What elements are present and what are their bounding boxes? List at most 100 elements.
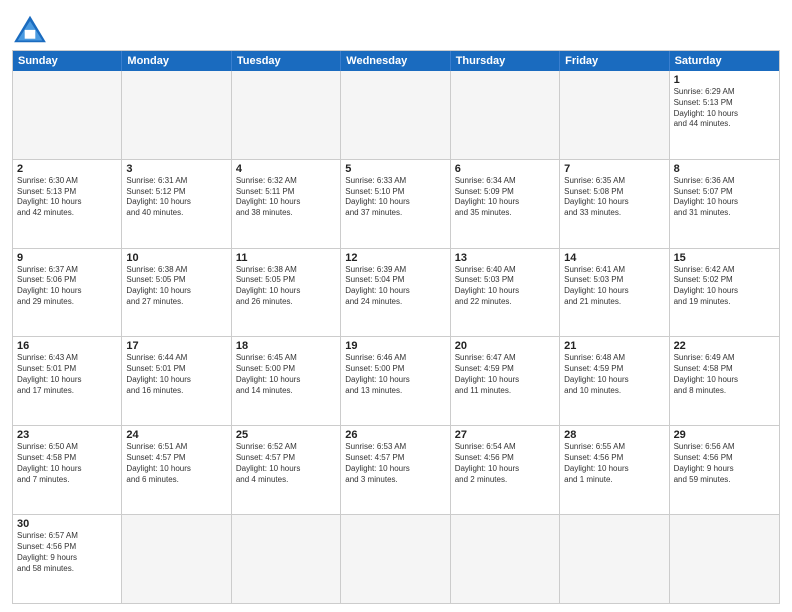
day-info: Sunrise: 6:34 AM Sunset: 5:09 PM Dayligh… bbox=[455, 176, 555, 219]
calendar-week-5: 23Sunrise: 6:50 AM Sunset: 4:58 PM Dayli… bbox=[13, 426, 779, 515]
calendar-cell bbox=[232, 515, 341, 603]
calendar-week-2: 2Sunrise: 6:30 AM Sunset: 5:13 PM Daylig… bbox=[13, 160, 779, 249]
calendar-cell bbox=[341, 515, 450, 603]
calendar-cell bbox=[560, 515, 669, 603]
day-info: Sunrise: 6:46 AM Sunset: 5:00 PM Dayligh… bbox=[345, 353, 445, 396]
day-info: Sunrise: 6:51 AM Sunset: 4:57 PM Dayligh… bbox=[126, 442, 226, 485]
calendar-body: 1Sunrise: 6:29 AM Sunset: 5:13 PM Daylig… bbox=[13, 71, 779, 603]
day-info: Sunrise: 6:38 AM Sunset: 5:05 PM Dayligh… bbox=[126, 265, 226, 308]
day-info: Sunrise: 6:47 AM Sunset: 4:59 PM Dayligh… bbox=[455, 353, 555, 396]
day-number: 2 bbox=[17, 163, 117, 175]
calendar-cell: 27Sunrise: 6:54 AM Sunset: 4:56 PM Dayli… bbox=[451, 426, 560, 514]
calendar-cell: 23Sunrise: 6:50 AM Sunset: 4:58 PM Dayli… bbox=[13, 426, 122, 514]
day-info: Sunrise: 6:42 AM Sunset: 5:02 PM Dayligh… bbox=[674, 265, 775, 308]
calendar-week-1: 1Sunrise: 6:29 AM Sunset: 5:13 PM Daylig… bbox=[13, 71, 779, 160]
calendar-cell: 5Sunrise: 6:33 AM Sunset: 5:10 PM Daylig… bbox=[341, 160, 450, 248]
calendar-cell: 18Sunrise: 6:45 AM Sunset: 5:00 PM Dayli… bbox=[232, 337, 341, 425]
calendar-cell: 10Sunrise: 6:38 AM Sunset: 5:05 PM Dayli… bbox=[122, 249, 231, 337]
day-number: 15 bbox=[674, 252, 775, 264]
calendar-cell: 11Sunrise: 6:38 AM Sunset: 5:05 PM Dayli… bbox=[232, 249, 341, 337]
day-info: Sunrise: 6:41 AM Sunset: 5:03 PM Dayligh… bbox=[564, 265, 664, 308]
day-number: 28 bbox=[564, 429, 664, 441]
day-info: Sunrise: 6:32 AM Sunset: 5:11 PM Dayligh… bbox=[236, 176, 336, 219]
day-info: Sunrise: 6:40 AM Sunset: 5:03 PM Dayligh… bbox=[455, 265, 555, 308]
day-number: 27 bbox=[455, 429, 555, 441]
day-info: Sunrise: 6:45 AM Sunset: 5:00 PM Dayligh… bbox=[236, 353, 336, 396]
day-number: 19 bbox=[345, 340, 445, 352]
generalblue-logo-icon bbox=[12, 14, 48, 44]
day-number: 10 bbox=[126, 252, 226, 264]
day-number: 12 bbox=[345, 252, 445, 264]
day-number: 26 bbox=[345, 429, 445, 441]
day-number: 6 bbox=[455, 163, 555, 175]
calendar-cell: 8Sunrise: 6:36 AM Sunset: 5:07 PM Daylig… bbox=[670, 160, 779, 248]
day-info: Sunrise: 6:54 AM Sunset: 4:56 PM Dayligh… bbox=[455, 442, 555, 485]
calendar-cell: 24Sunrise: 6:51 AM Sunset: 4:57 PM Dayli… bbox=[122, 426, 231, 514]
day-number: 20 bbox=[455, 340, 555, 352]
calendar-cell: 2Sunrise: 6:30 AM Sunset: 5:13 PM Daylig… bbox=[13, 160, 122, 248]
day-info: Sunrise: 6:55 AM Sunset: 4:56 PM Dayligh… bbox=[564, 442, 664, 485]
day-number: 11 bbox=[236, 252, 336, 264]
day-info: Sunrise: 6:39 AM Sunset: 5:04 PM Dayligh… bbox=[345, 265, 445, 308]
header-day-sunday: Sunday bbox=[13, 51, 122, 71]
day-number: 30 bbox=[17, 518, 117, 530]
day-number: 14 bbox=[564, 252, 664, 264]
day-number: 7 bbox=[564, 163, 664, 175]
day-number: 23 bbox=[17, 429, 117, 441]
calendar-cell: 20Sunrise: 6:47 AM Sunset: 4:59 PM Dayli… bbox=[451, 337, 560, 425]
day-number: 22 bbox=[674, 340, 775, 352]
day-number: 3 bbox=[126, 163, 226, 175]
calendar-cell: 15Sunrise: 6:42 AM Sunset: 5:02 PM Dayli… bbox=[670, 249, 779, 337]
day-number: 18 bbox=[236, 340, 336, 352]
calendar-cell: 9Sunrise: 6:37 AM Sunset: 5:06 PM Daylig… bbox=[13, 249, 122, 337]
calendar-cell bbox=[232, 71, 341, 159]
calendar-cell: 14Sunrise: 6:41 AM Sunset: 5:03 PM Dayli… bbox=[560, 249, 669, 337]
day-info: Sunrise: 6:49 AM Sunset: 4:58 PM Dayligh… bbox=[674, 353, 775, 396]
logo bbox=[12, 10, 52, 44]
calendar-cell bbox=[451, 71, 560, 159]
calendar-cell: 25Sunrise: 6:52 AM Sunset: 4:57 PM Dayli… bbox=[232, 426, 341, 514]
day-info: Sunrise: 6:56 AM Sunset: 4:56 PM Dayligh… bbox=[674, 442, 775, 485]
calendar-cell: 13Sunrise: 6:40 AM Sunset: 5:03 PM Dayli… bbox=[451, 249, 560, 337]
header bbox=[12, 10, 780, 44]
calendar-cell bbox=[341, 71, 450, 159]
calendar-cell: 28Sunrise: 6:55 AM Sunset: 4:56 PM Dayli… bbox=[560, 426, 669, 514]
day-info: Sunrise: 6:30 AM Sunset: 5:13 PM Dayligh… bbox=[17, 176, 117, 219]
calendar-cell: 22Sunrise: 6:49 AM Sunset: 4:58 PM Dayli… bbox=[670, 337, 779, 425]
calendar-cell: 16Sunrise: 6:43 AM Sunset: 5:01 PM Dayli… bbox=[13, 337, 122, 425]
day-number: 24 bbox=[126, 429, 226, 441]
day-number: 29 bbox=[674, 429, 775, 441]
day-info: Sunrise: 6:31 AM Sunset: 5:12 PM Dayligh… bbox=[126, 176, 226, 219]
calendar-cell bbox=[560, 71, 669, 159]
day-number: 17 bbox=[126, 340, 226, 352]
header-day-tuesday: Tuesday bbox=[232, 51, 341, 71]
calendar-cell bbox=[122, 71, 231, 159]
day-number: 4 bbox=[236, 163, 336, 175]
calendar-cell: 12Sunrise: 6:39 AM Sunset: 5:04 PM Dayli… bbox=[341, 249, 450, 337]
day-number: 16 bbox=[17, 340, 117, 352]
day-number: 25 bbox=[236, 429, 336, 441]
header-day-friday: Friday bbox=[560, 51, 669, 71]
day-number: 1 bbox=[674, 74, 775, 86]
day-info: Sunrise: 6:35 AM Sunset: 5:08 PM Dayligh… bbox=[564, 176, 664, 219]
day-number: 8 bbox=[674, 163, 775, 175]
day-number: 9 bbox=[17, 252, 117, 264]
day-info: Sunrise: 6:38 AM Sunset: 5:05 PM Dayligh… bbox=[236, 265, 336, 308]
day-info: Sunrise: 6:57 AM Sunset: 4:56 PM Dayligh… bbox=[17, 531, 117, 574]
calendar-cell bbox=[451, 515, 560, 603]
header-day-monday: Monday bbox=[122, 51, 231, 71]
day-info: Sunrise: 6:36 AM Sunset: 5:07 PM Dayligh… bbox=[674, 176, 775, 219]
calendar-week-3: 9Sunrise: 6:37 AM Sunset: 5:06 PM Daylig… bbox=[13, 249, 779, 338]
calendar-cell: 30Sunrise: 6:57 AM Sunset: 4:56 PM Dayli… bbox=[13, 515, 122, 603]
day-info: Sunrise: 6:53 AM Sunset: 4:57 PM Dayligh… bbox=[345, 442, 445, 485]
day-info: Sunrise: 6:33 AM Sunset: 5:10 PM Dayligh… bbox=[345, 176, 445, 219]
day-info: Sunrise: 6:44 AM Sunset: 5:01 PM Dayligh… bbox=[126, 353, 226, 396]
header-day-saturday: Saturday bbox=[670, 51, 779, 71]
day-info: Sunrise: 6:29 AM Sunset: 5:13 PM Dayligh… bbox=[674, 87, 775, 130]
calendar-cell bbox=[13, 71, 122, 159]
calendar-cell: 7Sunrise: 6:35 AM Sunset: 5:08 PM Daylig… bbox=[560, 160, 669, 248]
calendar-cell: 29Sunrise: 6:56 AM Sunset: 4:56 PM Dayli… bbox=[670, 426, 779, 514]
calendar-header: SundayMondayTuesdayWednesdayThursdayFrid… bbox=[13, 51, 779, 71]
calendar-cell: 4Sunrise: 6:32 AM Sunset: 5:11 PM Daylig… bbox=[232, 160, 341, 248]
day-info: Sunrise: 6:48 AM Sunset: 4:59 PM Dayligh… bbox=[564, 353, 664, 396]
